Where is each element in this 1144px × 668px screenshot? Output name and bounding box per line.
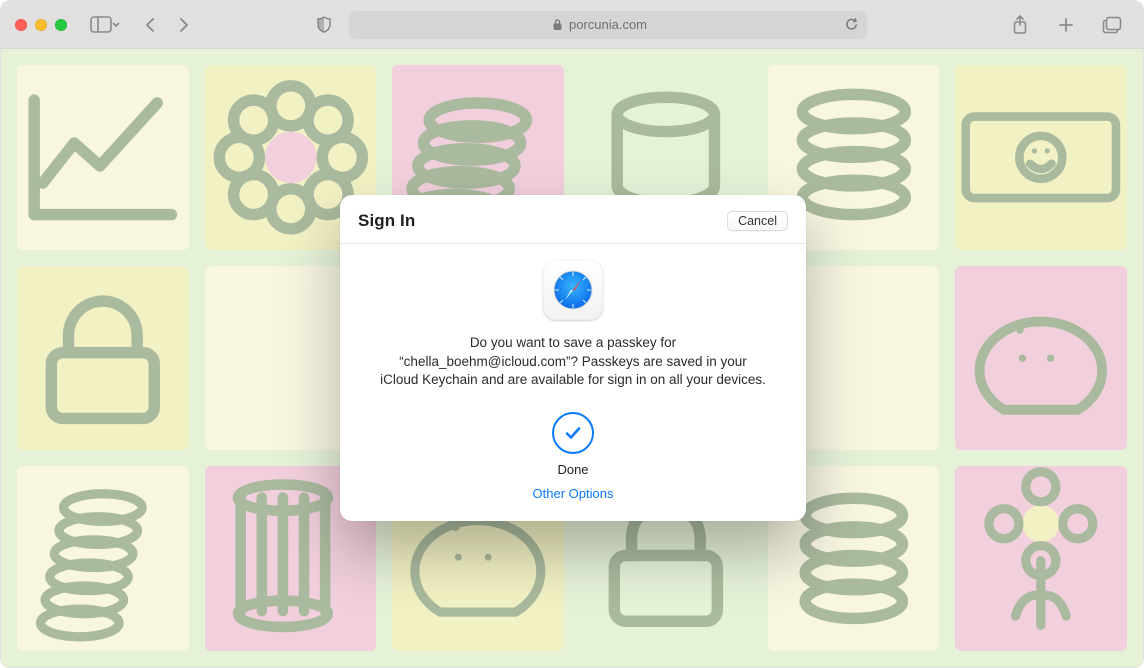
sheet-body: Do you want to save a passkey for “chell… [340,244,806,503]
passkey-save-sheet: Sign In Cancel [340,195,806,521]
sheet-header: Sign In Cancel [340,211,806,244]
window-toolbar: porcunia.com [1,1,1143,49]
reload-button[interactable] [844,17,859,32]
window-close-button[interactable] [15,19,27,31]
traffic-lights [15,19,67,31]
sheet-title: Sign In [358,211,415,231]
done-label: Done [380,462,766,477]
safari-app-icon [543,260,603,320]
sidebar-toggle-button[interactable] [85,11,125,39]
cancel-button[interactable]: Cancel [727,211,788,231]
tab-overview-button[interactable] [1095,11,1129,39]
nav-buttons [133,11,201,39]
window-minimize-button[interactable] [35,19,47,31]
lock-icon [552,18,563,31]
share-button[interactable] [1003,11,1037,39]
address-bar[interactable]: porcunia.com [349,11,867,39]
page-content: Sign In Cancel [1,49,1143,667]
safari-window: porcunia.com [0,0,1144,668]
back-button[interactable] [133,11,167,39]
forward-button[interactable] [167,11,201,39]
new-tab-button[interactable] [1049,11,1083,39]
passkey-prompt-text: Do you want to save a passkey for “chell… [380,334,766,390]
privacy-report-button[interactable] [307,11,341,39]
done-indicator[interactable] [552,412,594,454]
other-options-link[interactable]: Other Options [533,486,614,501]
checkmark-icon [562,422,584,444]
address-bar-text: porcunia.com [569,17,647,32]
window-fullscreen-button[interactable] [55,19,67,31]
toolbar-right-buttons [1003,11,1129,39]
